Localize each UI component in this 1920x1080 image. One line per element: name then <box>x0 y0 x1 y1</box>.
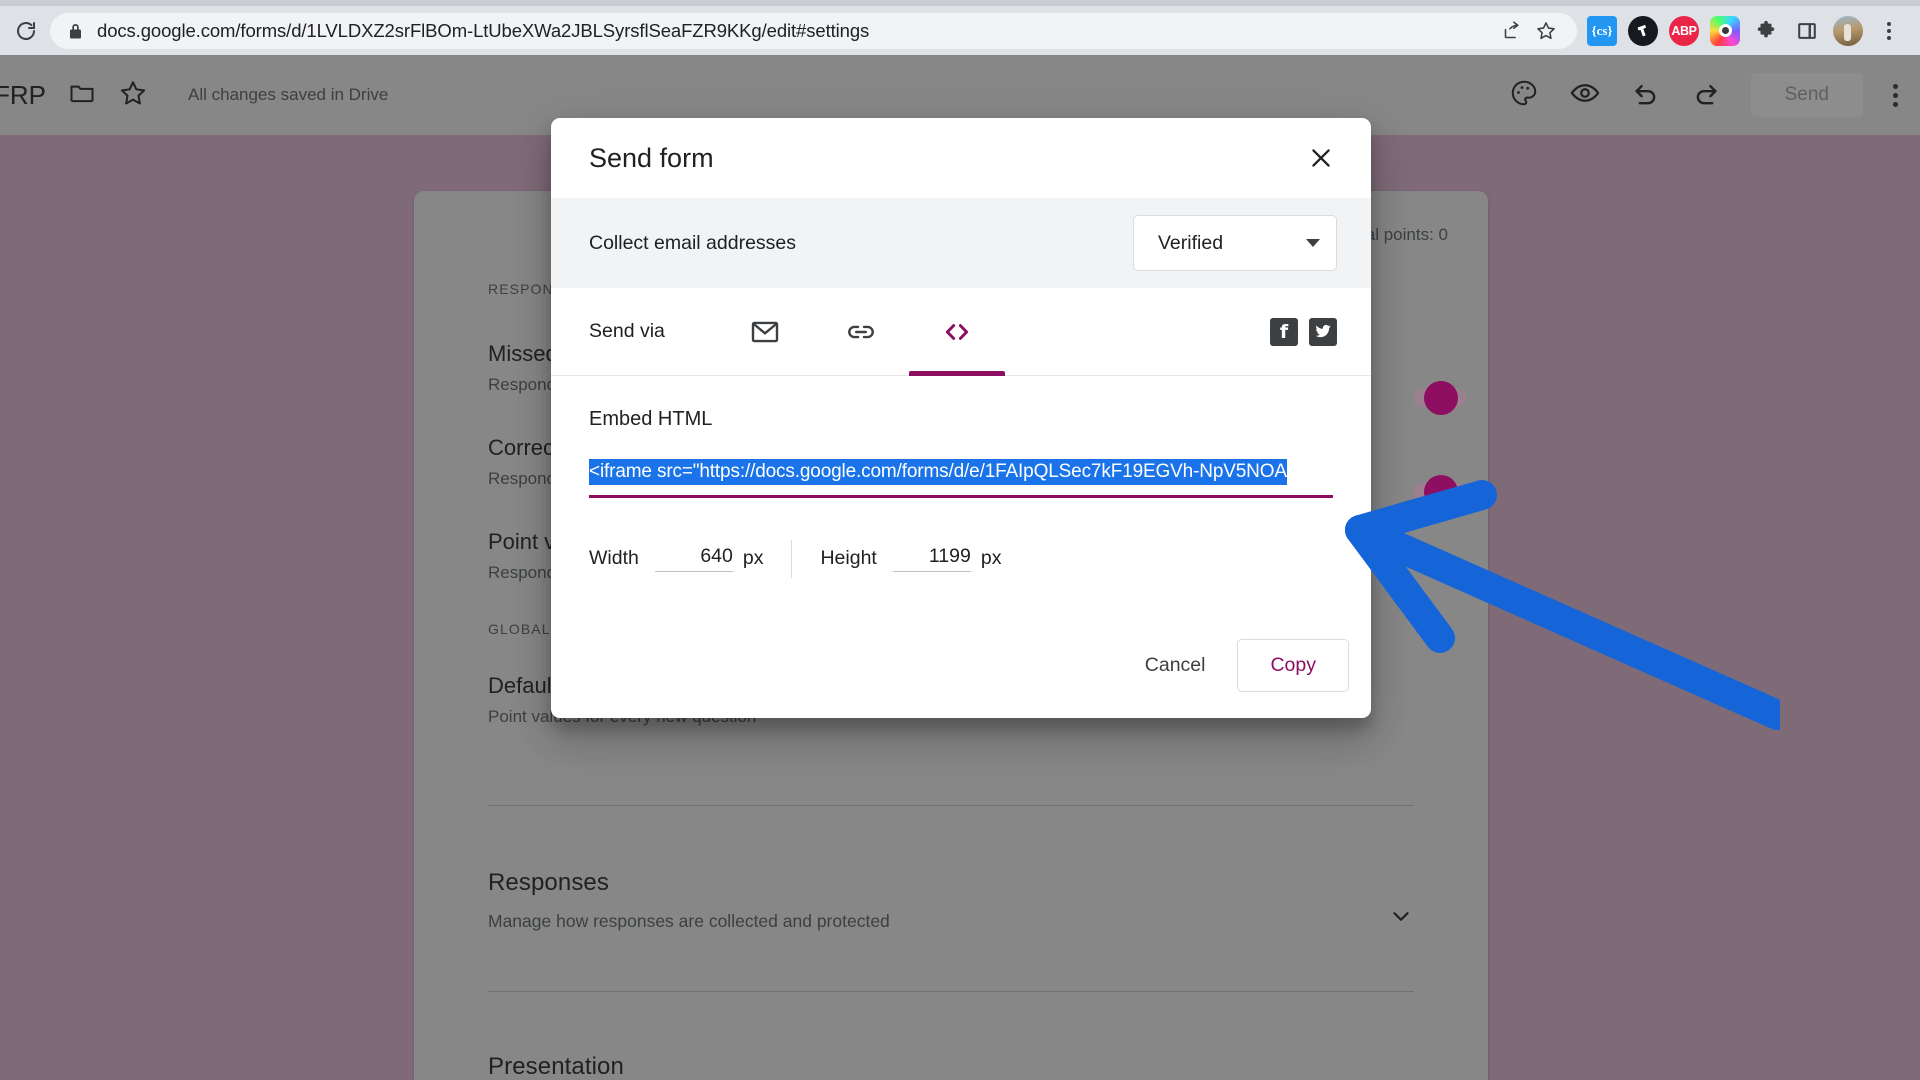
send-button[interactable]: Send <box>1751 73 1863 117</box>
close-icon[interactable] <box>1299 136 1343 180</box>
collect-email-label: Collect email addresses <box>589 232 796 255</box>
section-divider <box>488 991 1414 992</box>
dialog-header: Send form <box>551 118 1371 198</box>
embed-size-row: Width 640 px Height 1199 px <box>589 540 1333 578</box>
chevron-down-icon[interactable] <box>1388 903 1414 934</box>
height-label: Height <box>820 547 876 570</box>
toggle-knob-missed[interactable] <box>1424 381 1458 415</box>
section-presentation[interactable]: Presentation Manage how the form and res… <box>414 1053 1488 1080</box>
height-input[interactable]: 1199 <box>893 545 971 572</box>
social-share-group: f <box>1270 318 1337 346</box>
extensions-puzzle-icon[interactable] <box>1751 16 1781 46</box>
dialog-body: Embed HTML <iframe src="https://docs.goo… <box>551 376 1371 578</box>
save-status-text: All changes saved in Drive <box>188 85 388 105</box>
forms-header-actions: Send <box>1509 73 1920 117</box>
embed-html-input[interactable]: <iframe src="https://docs.google.com/for… <box>589 459 1333 498</box>
section-responses[interactable]: Responses Manage how responses are colle… <box>414 869 1488 932</box>
extension-toolbar: {cs} ABP <box>1587 16 1920 46</box>
tab-embed[interactable] <box>909 288 1005 376</box>
size-separator <box>791 540 792 578</box>
more-options-icon[interactable] <box>1893 84 1898 107</box>
tab-email[interactable] <box>717 288 813 376</box>
three-dot-menu-icon[interactable] <box>1874 16 1904 46</box>
dialog-actions: Cancel Copy <box>1121 639 1349 692</box>
send-via-row: Send via f <box>551 288 1371 376</box>
collect-email-select[interactable]: Verified <box>1133 215 1337 271</box>
section-divider <box>488 805 1414 806</box>
adblock-plus-extension-icon[interactable]: ABP <box>1669 16 1699 46</box>
url-text: docs.google.com/forms/d/1LVLDXZ2srFlBOm-… <box>97 20 1495 42</box>
copy-button[interactable]: Copy <box>1237 639 1349 692</box>
width-label: Width <box>589 547 639 570</box>
height-unit: px <box>981 547 1002 570</box>
eye-preview-icon[interactable] <box>1569 77 1601 114</box>
twitter-share-button[interactable] <box>1309 318 1337 346</box>
form-title[interactable]: FRP <box>0 80 46 111</box>
address-bar[interactable]: docs.google.com/forms/d/1LVLDXZ2srFlBOm-… <box>50 13 1577 49</box>
browser-chrome: docs.google.com/forms/d/1LVLDXZ2srFlBOm-… <box>0 0 1920 55</box>
user-avatar[interactable] <box>1833 16 1863 46</box>
lock-icon <box>68 22 83 40</box>
color-picker-extension-icon[interactable] <box>1710 16 1740 46</box>
dark-reader-extension-icon[interactable] <box>1628 16 1658 46</box>
width-unit: px <box>743 547 764 570</box>
palette-icon[interactable] <box>1509 78 1539 113</box>
reload-icon[interactable] <box>8 13 44 49</box>
dialog-title: Send form <box>589 143 714 174</box>
cancel-button[interactable]: Cancel <box>1121 640 1230 691</box>
collect-email-row: Collect email addresses Verified <box>551 198 1371 288</box>
tab-link[interactable] <box>813 288 909 376</box>
toggle-knob-correct[interactable] <box>1424 475 1458 509</box>
css-extension-icon[interactable]: {cs} <box>1587 16 1617 46</box>
undo-icon[interactable] <box>1631 78 1661 113</box>
share-icon[interactable] <box>1495 14 1529 48</box>
bookmark-star-icon[interactable] <box>1529 14 1563 48</box>
facebook-share-button[interactable]: f <box>1270 318 1298 346</box>
folder-move-icon[interactable] <box>68 79 96 112</box>
chevron-down-icon <box>1306 239 1320 247</box>
collect-email-value: Verified <box>1158 232 1223 255</box>
browser-toolbar: docs.google.com/forms/d/1LVLDXZ2srFlBOm-… <box>0 6 1920 55</box>
side-panel-icon[interactable] <box>1792 16 1822 46</box>
send-form-dialog: Send form Collect email addresses Verifi… <box>551 118 1371 718</box>
star-outline-icon[interactable] <box>118 78 148 113</box>
send-via-label: Send via <box>589 320 665 343</box>
width-input[interactable]: 640 <box>655 545 733 572</box>
embed-html-label: Embed HTML <box>589 408 1333 431</box>
redo-icon[interactable] <box>1691 78 1721 113</box>
embed-html-value: <iframe src="https://docs.google.com/for… <box>589 459 1287 485</box>
